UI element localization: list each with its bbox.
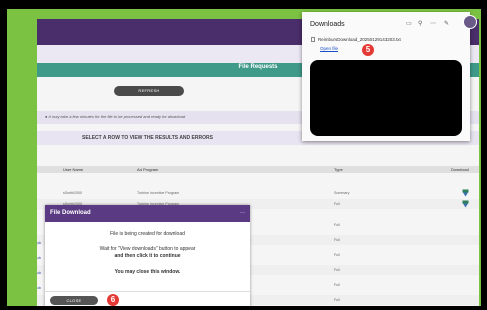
table-cell: Summary — [334, 191, 350, 195]
download-icon[interactable] — [462, 189, 469, 197]
pin-icon[interactable]: ✎ — [444, 20, 449, 27]
table-header: User Name Ad Program Type Download — [37, 166, 479, 173]
download-item[interactable]: ReimbursDownload_20250129143203.txt — [311, 37, 401, 43]
open-file-link[interactable]: Open file — [320, 46, 338, 51]
row-link[interactable]: Sub — [37, 285, 41, 290]
row-link[interactable]: Sub — [37, 270, 41, 275]
dialog-message: You may close this window. — [114, 269, 181, 275]
download-file-name: ReimbursDownload_20250129143203.txt — [318, 37, 401, 42]
search-icon[interactable]: ⚲ — [418, 20, 422, 27]
folder-icon[interactable]: ▭ — [406, 20, 412, 27]
column-header[interactable]: Ad Program — [137, 167, 158, 172]
avatar[interactable] — [463, 15, 477, 29]
file-download-dialog: File Download — File is being created fo… — [45, 205, 250, 306]
video-overlay — [310, 60, 462, 136]
close-button[interactable]: CLOSE — [50, 296, 98, 305]
table-cell: sSmith2000 — [63, 191, 82, 195]
close-icon[interactable]: — — [240, 210, 245, 216]
dialog-message: Wait for "View downloads" button to appe… — [99, 246, 196, 252]
column-header[interactable]: User Name — [63, 167, 83, 172]
table-cell: Full — [334, 238, 340, 242]
table-cell: Full — [334, 268, 340, 272]
refresh-button[interactable]: REFRESH — [114, 86, 184, 96]
table-cell: Full — [334, 283, 340, 287]
more-icon[interactable]: ⋯ — [430, 20, 436, 27]
dialog-header: File Download — — [45, 205, 250, 222]
screenshot-background: File Requests REFRESH ● It may take a fe… — [0, 0, 487, 310]
table-cell: Full — [334, 253, 340, 257]
table-row[interactable]: sSmith2000 Turbine Incentive Program Summa… — [37, 188, 479, 198]
info-icon: ● — [45, 114, 48, 119]
dialog-message: and then click it to continue — [114, 253, 181, 259]
downloads-panel: Downloads ▭ ⚲ ⋯ ✎ ReimbursDownload_20250… — [302, 12, 470, 141]
download-icon[interactable] — [462, 200, 469, 208]
table-cell: Full — [334, 298, 340, 302]
row-link[interactable]: Sub — [37, 240, 41, 245]
step-callout: 6 — [107, 294, 119, 306]
column-header[interactable]: Download — [451, 167, 469, 172]
step-callout: 5 — [362, 44, 374, 56]
column-header[interactable]: Type — [334, 167, 343, 172]
table-cell: Turbine Incentive Program — [137, 191, 180, 195]
row-link[interactable]: Sub — [37, 255, 41, 260]
info-text: ● It may take a few minutes for the file… — [45, 114, 186, 119]
dialog-title: File Download — [50, 210, 91, 216]
instruction-text: SELECT A ROW TO VIEW THE RESULTS AND ERR… — [82, 135, 213, 141]
file-icon — [311, 37, 315, 43]
downloads-title: Downloads — [310, 21, 345, 28]
dialog-footer: CLOSE 6 — [45, 291, 250, 306]
table-cell: Full — [334, 202, 340, 206]
dialog-message: File is being created for download — [110, 231, 185, 237]
table-cell: Full — [334, 223, 340, 227]
